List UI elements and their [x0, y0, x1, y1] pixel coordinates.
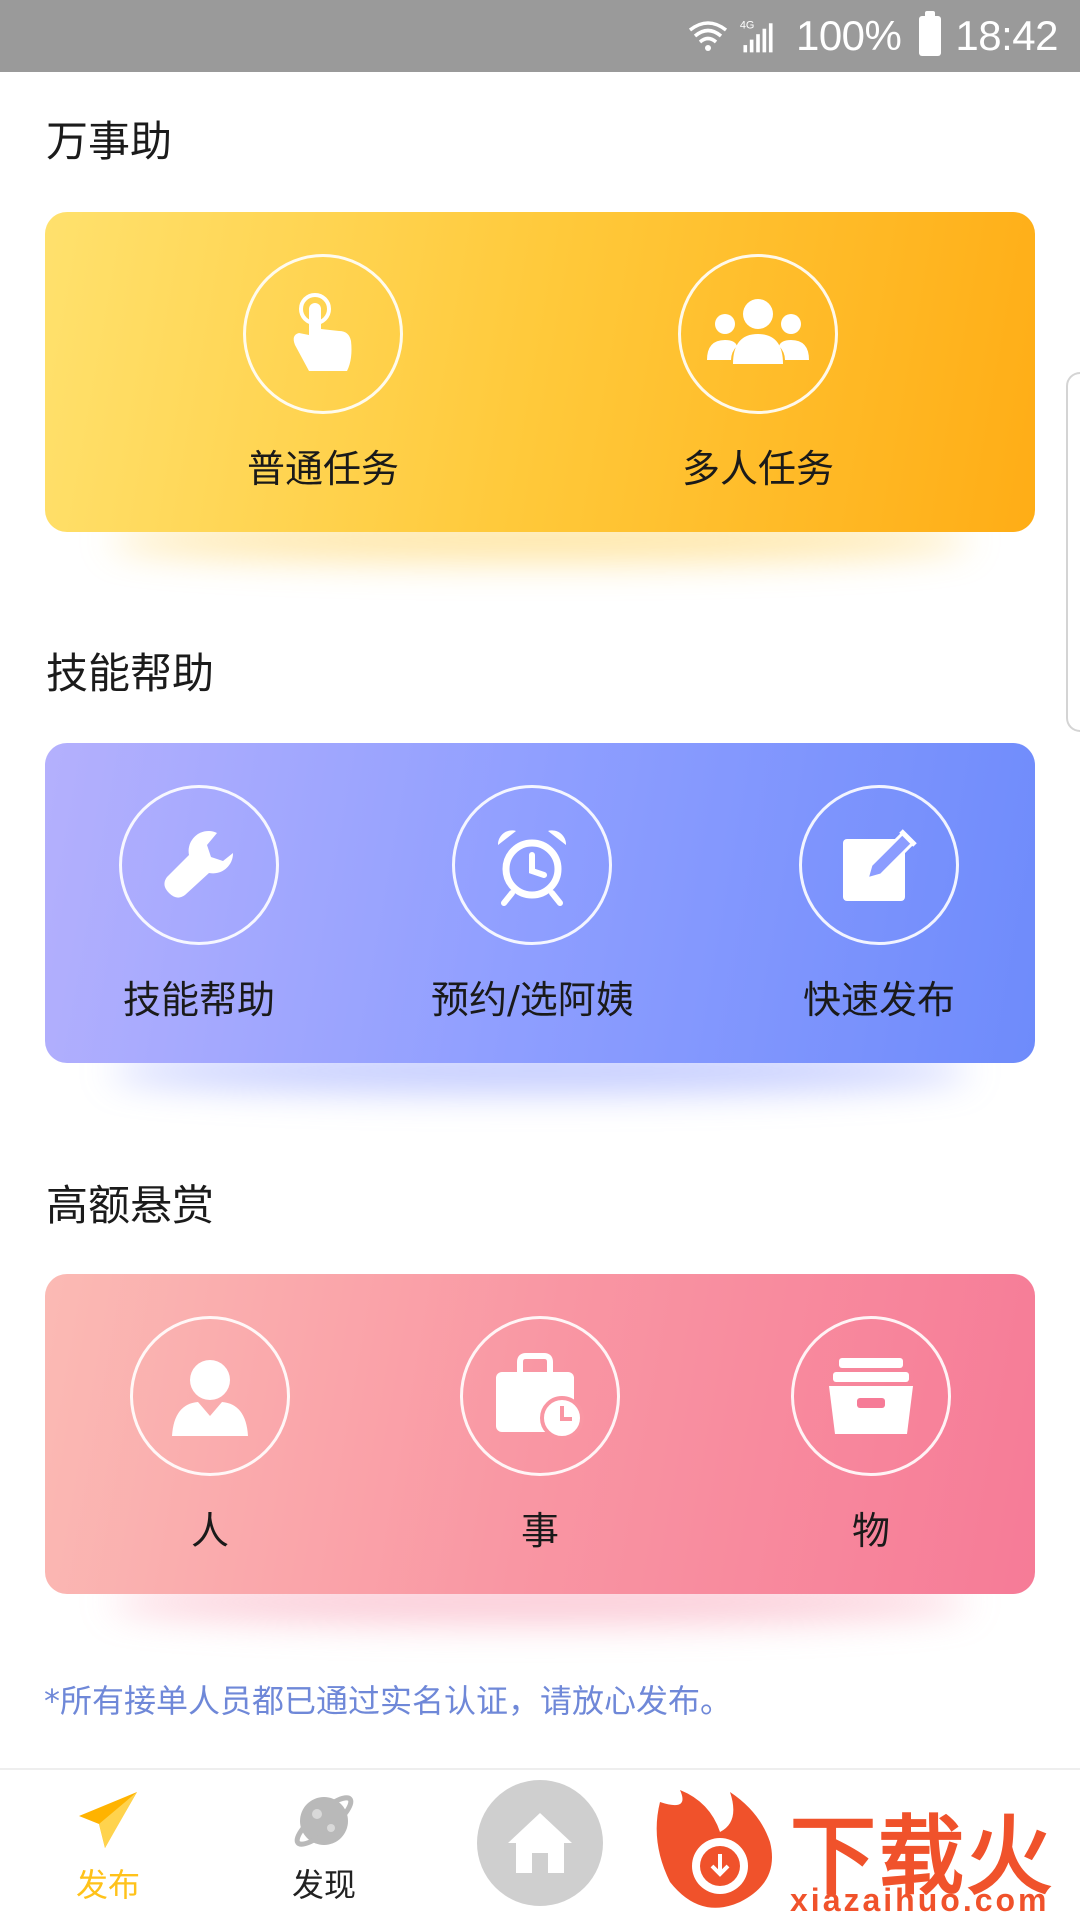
reserve-aunt-label: 预约/选阿姨 — [431, 978, 634, 1022]
edge-panel-handle[interactable] — [1066, 372, 1080, 732]
group-task-label: 多人任务 — [681, 447, 834, 491]
battery-percent: 100% — [795, 12, 902, 59]
skill-help-button[interactable]: 技能帮助 — [119, 785, 279, 1024]
reward-item-label: 物 — [851, 1509, 890, 1553]
quick-publish-button[interactable]: 快速发布 — [799, 785, 959, 1024]
nav-discover[interactable]: 发现 — [254, 1788, 394, 1906]
edit-icon — [799, 785, 959, 945]
nav-publish[interactable]: 发布 — [38, 1788, 178, 1906]
tap-finger-icon — [243, 254, 403, 414]
section-title-high-reward: 高额悬赏 — [46, 1181, 215, 1230]
section-title-wanshizhu: 万事助 — [46, 117, 173, 166]
card-skill-help: 技能帮助 预约/选阿姨 快速发布 — [45, 743, 1035, 1063]
nav-publish-label: 发布 — [75, 1866, 140, 1904]
reserve-aunt-button[interactable]: 预约/选阿姨 — [431, 785, 634, 1024]
briefcase-clock-icon — [460, 1316, 620, 1476]
planet-icon — [294, 1795, 354, 1847]
nav-discover-label: 发现 — [291, 1866, 356, 1904]
reward-item-button[interactable]: 物 — [791, 1316, 951, 1555]
quick-publish-label: 快速发布 — [802, 978, 955, 1022]
network-type: 4G — [740, 20, 755, 32]
reward-matter-button[interactable]: 事 — [460, 1316, 620, 1555]
section-title-skill-help: 技能帮助 — [46, 649, 215, 698]
reward-matter-label: 事 — [520, 1509, 559, 1553]
card-high-reward: 人 事 物 — [45, 1274, 1035, 1594]
wrench-icon — [119, 785, 279, 945]
group-icon — [678, 254, 838, 414]
card-wanshizhu: 普通任务 多人任务 — [45, 212, 1035, 532]
person-icon — [130, 1316, 290, 1476]
normal-task-label: 普通任务 — [246, 447, 399, 491]
signal-icon: 4G — [740, 20, 773, 53]
battery-icon — [919, 11, 942, 56]
status-bar: 4G 100% 18:42 — [0, 0, 1080, 72]
nav-home-button[interactable] — [477, 1780, 603, 1906]
skill-help-label: 技能帮助 — [122, 978, 275, 1022]
alarm-clock-icon — [452, 785, 613, 945]
wifi-icon — [688, 21, 728, 51]
box-icon — [791, 1316, 951, 1476]
normal-task-button[interactable]: 普通任务 — [243, 254, 403, 493]
reward-person-button[interactable]: 人 — [130, 1316, 290, 1555]
home-icon — [508, 1813, 572, 1873]
verification-note: *所有接单人员都已通过实名认证，请放心发布。 — [44, 1682, 733, 1720]
group-task-button[interactable]: 多人任务 — [678, 254, 838, 493]
reward-person-label: 人 — [190, 1509, 229, 1553]
clock: 18:42 — [955, 12, 1058, 59]
watermark-url: xiazaihuo.com — [790, 1882, 1050, 1918]
paper-plane-icon — [79, 1792, 137, 1848]
